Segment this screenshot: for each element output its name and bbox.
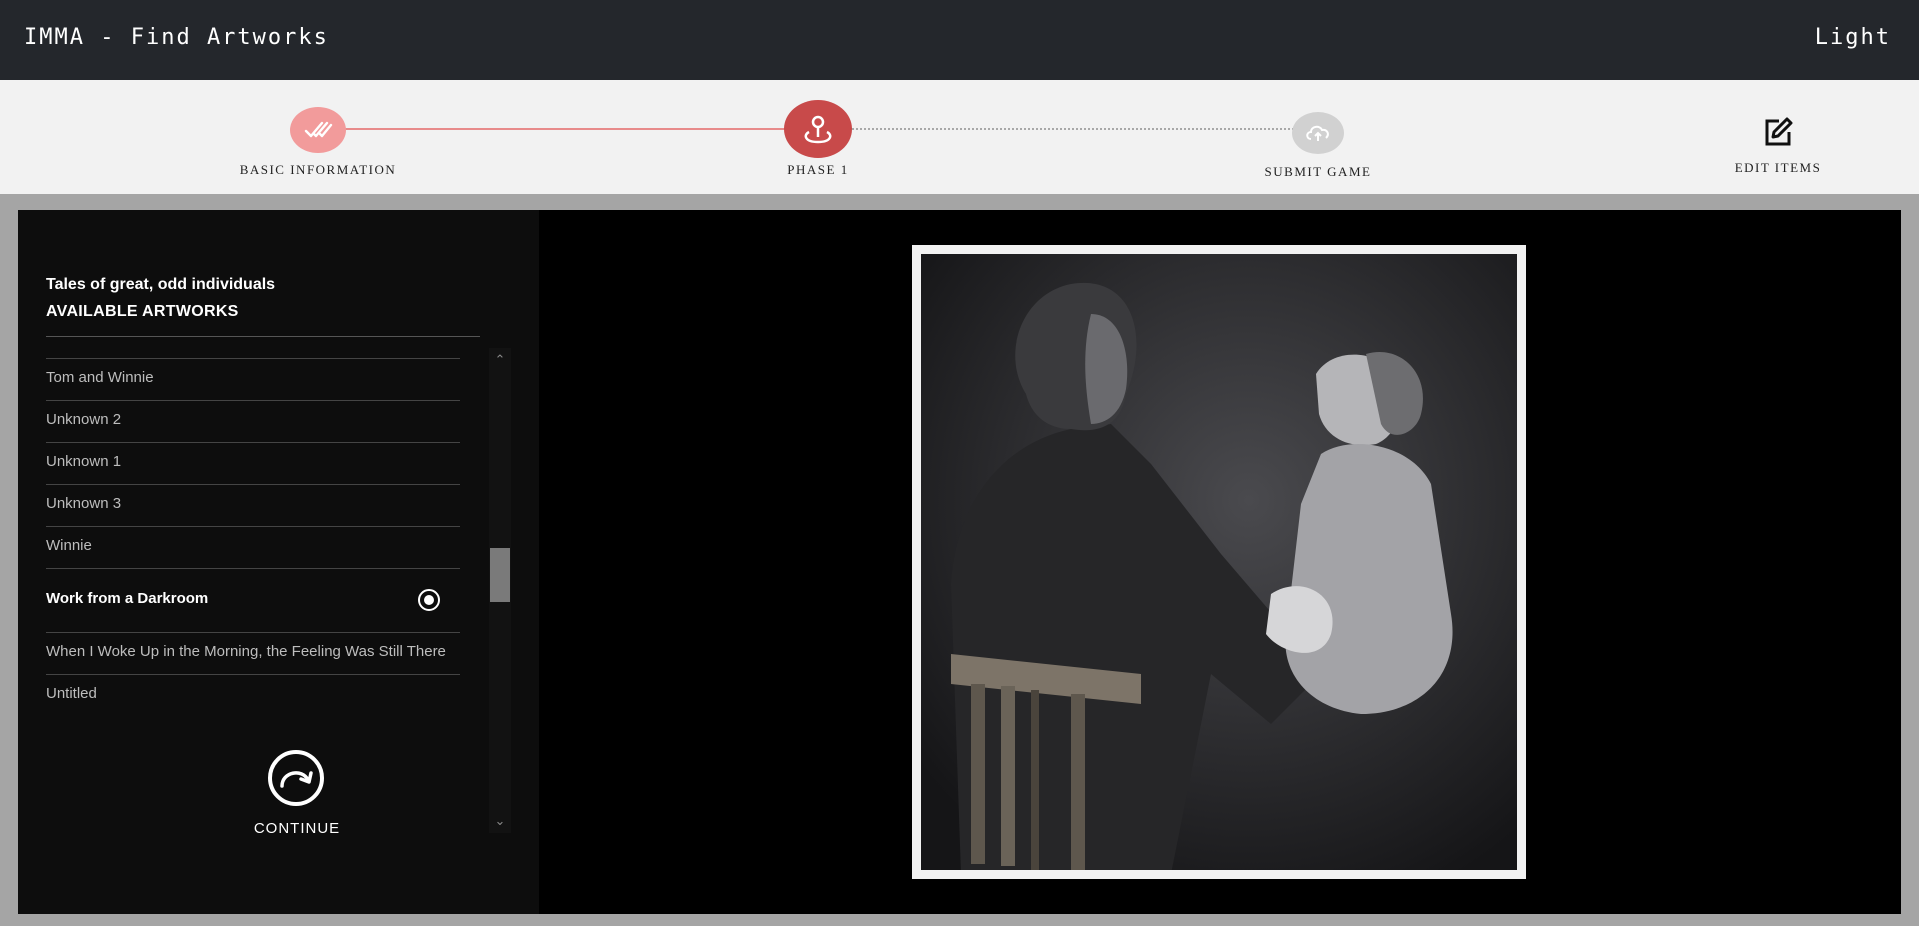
list-item[interactable]: Untitled [46,674,460,716]
step-label: EDIT ITEMS [1734,160,1822,175]
continue-label: CONTINUE [253,820,341,837]
artwork-title: Tom and Winnie [46,369,154,386]
artwork-title: Unknown 3 [46,495,122,512]
stepper-line-pending [840,128,1318,130]
artwork-selection-panel: Tales of great, odd individuals AVAILABL… [18,210,539,914]
list-item[interactable]: When I Woke Up in the Morning, the Feeli… [46,632,460,674]
theme-name: Tales of great, odd individuals [46,276,276,293]
redo-arrow-icon [268,750,324,806]
divider [46,336,480,337]
available-artworks-heading: AVAILABLE ARTWORKS [46,303,239,320]
artwork-title: Work from a Darkroom [46,590,209,607]
artwork-photograph [921,254,1517,870]
list-item[interactable]: Unknown 1 [46,442,460,484]
edit-icon [1762,116,1794,148]
chevron-up-icon[interactable]: ⌃ [489,350,511,370]
theme-toggle[interactable]: Light [1815,25,1891,50]
step-label: BASIC INFORMATION [239,162,397,177]
list-item[interactable]: Unknown 2 [46,400,460,442]
artwork-preview-frame [912,245,1526,879]
step-label: SUBMIT GAME [1264,164,1372,179]
list-item[interactable]: Winnie [46,526,460,568]
artwork-title: When I Woke Up in the Morning, the Feeli… [46,643,446,660]
radio-selected-icon[interactable] [418,589,440,611]
app-title: IMMA - Find Artworks [24,25,329,50]
artwork-title: Unknown 2 [46,411,122,428]
scrollbar-thumb[interactable] [490,548,510,602]
list-item[interactable]: Unknown 3 [46,484,460,526]
list-scrollbar[interactable]: ⌃ ⌄ [489,348,511,833]
progress-stepper: BASIC INFORMATION PHASE 1 SUBMIT GAME ED… [0,80,1919,194]
continue-button[interactable]: CONTINUE [218,750,376,850]
chevron-down-icon[interactable]: ⌄ [489,811,511,831]
cloud-upload-icon [1292,112,1344,154]
stepper-line-completed [318,128,816,130]
double-check-icon [290,107,346,153]
artwork-title: Winnie [46,537,92,554]
map-pin-icon [784,100,852,158]
top-bar: IMMA - Find Artworks Light [0,0,1919,80]
list-item-selected[interactable]: Work from a Darkroom [46,568,460,632]
list-item[interactable]: Tom and Winnie [46,358,460,400]
step-label: PHASE 1 [787,162,849,177]
artwork-title: Untitled [46,685,97,702]
artwork-title: Unknown 1 [46,453,122,470]
main-area: Tales of great, odd individuals AVAILABL… [18,210,1901,914]
